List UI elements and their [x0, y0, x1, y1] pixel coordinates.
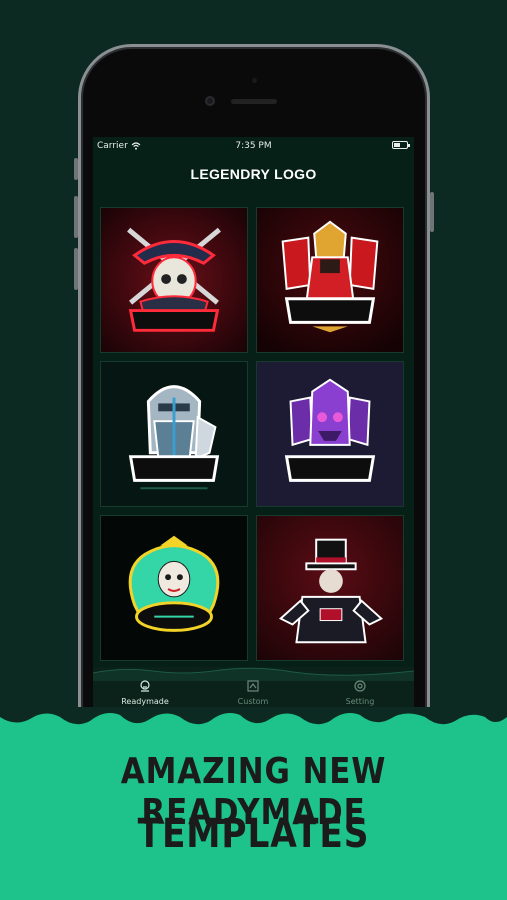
app-title: LEGENDRY LOGO	[190, 166, 317, 182]
status-time: 7:35 PM	[235, 141, 272, 151]
mute-switch	[74, 158, 78, 180]
tab-custom-label: Custom	[237, 697, 269, 706]
drip-edge	[0, 707, 507, 725]
template-tile-pirate-skull[interactable]	[100, 207, 248, 353]
volume-down-button	[74, 248, 78, 290]
status-bar: Carrier 7:35 PM	[93, 137, 414, 155]
front-sensor	[252, 78, 257, 83]
tab-readymade[interactable]: Readymade	[100, 679, 190, 706]
volume-up-button	[74, 196, 78, 238]
pirate-skull-logo	[101, 208, 247, 352]
front-camera	[205, 96, 215, 106]
tab-custom[interactable]: Custom	[208, 679, 298, 706]
tab-readymade-label: Readymade	[121, 697, 169, 706]
readymade-icon	[140, 680, 150, 692]
template-tile-magician-hat[interactable]	[256, 515, 404, 661]
purple-demon-logo	[257, 362, 403, 506]
tab-setting[interactable]: Setting	[315, 679, 405, 706]
template-tile-medusa-queen[interactable]	[100, 515, 248, 661]
medusa-logo	[101, 516, 247, 660]
promo-banner: AMAZING NEW READYMADE TEMPLATES	[0, 707, 507, 900]
power-button	[430, 192, 434, 232]
earpiece-speaker	[231, 99, 277, 104]
samurai-logo	[257, 208, 403, 352]
template-tile-samurai-warrior[interactable]	[256, 207, 404, 353]
battery-icon	[392, 141, 410, 149]
app-screen: Carrier 7:35 PM LEGENDRY LOGO Readymade …	[93, 137, 414, 717]
banner-headline-line2: TEMPLATES	[137, 811, 370, 857]
tab-setting-label: Setting	[345, 697, 375, 706]
template-tile-purple-demon[interactable]	[256, 361, 404, 507]
custom-icon	[247, 680, 259, 692]
setting-icon	[354, 680, 366, 692]
template-tile-knight-armor[interactable]	[100, 361, 248, 507]
magician-logo	[257, 516, 403, 660]
template-grid	[100, 207, 406, 661]
knight-logo	[101, 362, 247, 506]
